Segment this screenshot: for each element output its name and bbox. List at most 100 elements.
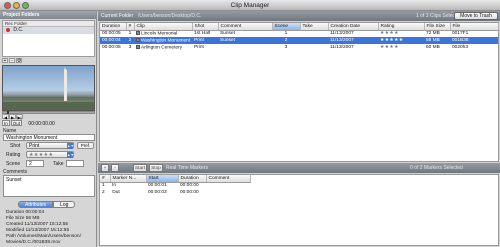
col-scene[interactable]: Scene <box>272 23 301 31</box>
marker-table: # Marker N... Start Duration Comment 1 I… <box>100 175 251 196</box>
shot-popup[interactable]: Print ▲▼ <box>26 142 74 149</box>
col-take[interactable]: Take <box>300 23 329 31</box>
tab-attributes[interactable]: Attributes <box>18 201 54 208</box>
col-marker-number[interactable]: # <box>100 175 111 183</box>
cell-size: 60 MB <box>426 45 440 50</box>
cell-duration: 00:00:04 <box>100 37 126 44</box>
marker-start: 00:00:01 <box>148 183 167 189</box>
col-duration[interactable]: Duration <box>100 23 127 31</box>
col-comment[interactable]: Comment <box>218 23 273 31</box>
chevron-down-icon: ▲▼ <box>67 143 74 149</box>
tab-log[interactable]: Log <box>53 201 76 208</box>
table-row[interactable]: 00:00:05 3 Arlington Cemetery Print 3 11… <box>100 44 498 51</box>
step-back-icon[interactable]: ◀ <box>2 114 9 120</box>
table-row[interactable]: 00:00:05 1 Lincoln Memorial 1st Half Sun… <box>100 30 498 37</box>
set-in-button[interactable]: In <box>2 120 10 126</box>
col-number[interactable]: # <box>126 23 135 31</box>
col-marker-comment[interactable]: Comment <box>206 175 251 183</box>
name-field[interactable]: Washington Monument <box>3 134 95 141</box>
gear-icon[interactable]: ⚙ <box>16 58 22 64</box>
cell-file: 0017F1 <box>452 31 469 37</box>
chevron-down-icon: ▲▼ <box>67 152 74 158</box>
comments-field[interactable]: Sunset <box>3 175 95 197</box>
clip-icon <box>136 31 140 36</box>
cell-date: 11/13/2007 <box>330 31 354 37</box>
marker-comment <box>206 189 250 196</box>
clip-browser: Current Folder /Users/benson/Desktop/D.C… <box>98 11 500 247</box>
remove-marker-button[interactable]: - <box>111 164 119 172</box>
marker-name: In <box>112 183 117 189</box>
col-marker-start[interactable]: Start <box>146 175 179 183</box>
rating-label: Rating <box>6 152 21 158</box>
folder-tools: + - ⚙ <box>2 58 95 64</box>
cell-rating: ★★★★ <box>380 45 399 50</box>
cell-date: 11/13/2007 <box>328 37 378 44</box>
col-file[interactable]: File <box>450 23 499 31</box>
cell-number: 1 <box>128 31 132 37</box>
cell-number: 3 <box>128 45 132 50</box>
in-out-controls: In Out 00:00:00.00 <box>2 120 95 127</box>
clip-preview[interactable] <box>2 65 95 111</box>
table-row-selected[interactable]: 00:00:04 2 Washington Monument Print Sun… <box>100 37 498 44</box>
add-marker-button[interactable]: + <box>101 164 109 172</box>
remove-folder-button[interactable]: - <box>9 58 15 64</box>
project-folder-list: Rec Folder D.C. <box>2 20 95 57</box>
clip-name: Arlington Cemetery <box>141 45 183 51</box>
cell-take <box>300 44 328 51</box>
marker-table-header: # Marker N... Start Duration Comment <box>100 175 251 183</box>
window-title: Clip Manager <box>230 2 270 9</box>
marker-start: 00:00:03 <box>148 190 167 195</box>
cell-clip: Arlington Cemetery <box>134 44 192 51</box>
cell-take <box>300 30 328 37</box>
stop-button[interactable]: Stop <box>149 164 163 172</box>
treeline-image <box>3 102 94 110</box>
cell-file: 0020h3 <box>452 45 469 50</box>
browser-header: Current Folder /Users/benson/Desktop/D.C… <box>98 11 500 21</box>
col-marker-name[interactable]: Marker N... <box>110 175 147 183</box>
transport-controls: ◀ ▶ ▶| <box>2 111 95 120</box>
cell-rating: ★★★★ <box>380 31 399 37</box>
marker-number: 1 <box>102 183 105 189</box>
col-rating[interactable]: Rating <box>378 23 425 31</box>
start-button[interactable]: Start <box>133 164 147 172</box>
pref-button[interactable]: Pref. <box>77 142 94 149</box>
set-out-button[interactable]: Out <box>10 120 23 126</box>
col-creation-date[interactable]: Creation Date <box>328 23 379 31</box>
cell-comment: Sunset <box>218 37 272 44</box>
cell-comment <box>218 44 272 51</box>
clip-table: Duration # Clip Shot Comment Scene Take … <box>100 23 499 51</box>
clip-table-container: Duration # Clip Shot Comment Scene Take … <box>99 22 499 162</box>
marker-duration: 00:00:00 <box>180 183 199 189</box>
shot-value: Print <box>29 143 40 149</box>
col-clip[interactable]: Clip <box>134 23 193 31</box>
clip-icon <box>136 37 140 42</box>
cell-scene: 1 <box>284 31 288 37</box>
cell-rating: ★★★★★ <box>378 37 424 44</box>
play-icon[interactable]: ▶ <box>9 114 16 120</box>
shot-label: Shot <box>10 143 21 149</box>
clip-table-header: Duration # Clip Shot Comment Scene Take … <box>100 23 499 31</box>
rating-popup[interactable]: ★★★★★ ▲▼ <box>26 151 74 158</box>
add-folder-button[interactable]: + <box>2 58 8 64</box>
move-to-trash-button[interactable]: Move to Trash <box>454 12 498 20</box>
marker-duration: 00:00:00 <box>180 190 199 195</box>
cell-duration: 00:00:05 <box>102 31 121 37</box>
marker-name: Out <box>112 190 120 195</box>
marker-toolbar: + - Start Stop Real Time Markers 0 of 2 … <box>98 163 500 173</box>
list-item[interactable]: 2 Out 00:00:03 00:00:00 <box>100 189 250 196</box>
rating-stars: ★★★★★ <box>29 152 54 158</box>
clip-name: Lincoln Memorial <box>141 31 178 37</box>
marker-comment <box>206 182 250 189</box>
clip-name: Washington Monument <box>141 38 191 44</box>
take-field[interactable] <box>66 160 84 167</box>
col-file-size[interactable]: File Size <box>424 23 451 31</box>
list-item[interactable]: 1 In 00:00:01 00:00:00 <box>100 182 250 189</box>
folder-row[interactable]: D.C. <box>3 27 94 34</box>
record-dot-icon[interactable] <box>6 27 10 32</box>
col-marker-duration[interactable]: Duration <box>178 175 207 183</box>
step-forward-icon[interactable]: ▶| <box>16 114 23 120</box>
scene-field[interactable]: 2 <box>26 160 44 167</box>
cell-shot: Print <box>192 37 218 44</box>
col-shot[interactable]: Shot <box>192 23 219 31</box>
cell-clip: Lincoln Memorial <box>134 30 192 37</box>
